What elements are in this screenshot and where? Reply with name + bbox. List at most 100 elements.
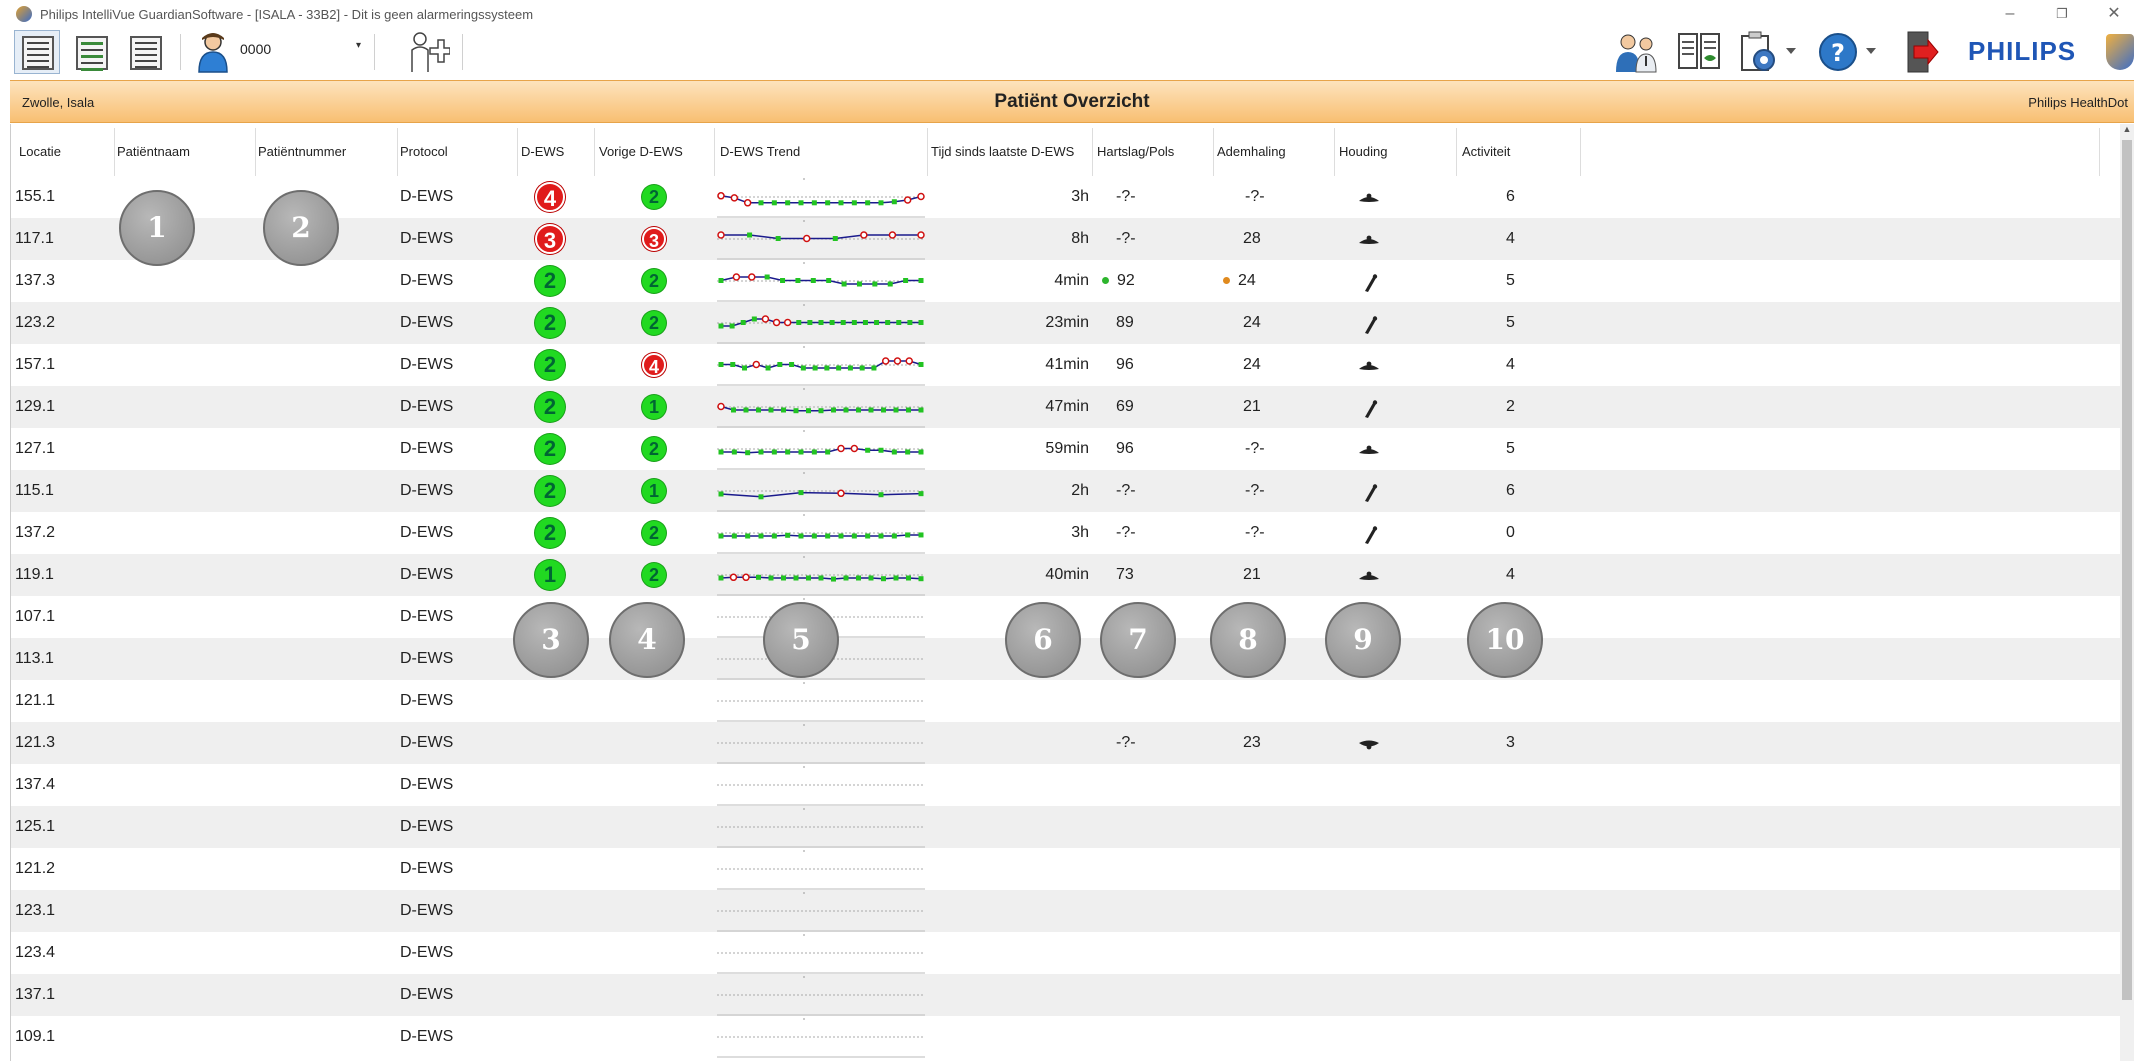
heart-rate-cell: 96 bbox=[1116, 344, 1134, 386]
table-row[interactable]: 157.1 D-EWS 2 4 41min 96 24 4 bbox=[11, 344, 2121, 386]
settings-button[interactable] bbox=[1738, 30, 1802, 74]
activity-cell: 5 bbox=[1506, 440, 1515, 457]
table-row[interactable]: 121.2 D-EWS bbox=[11, 848, 2121, 890]
table-row[interactable]: 137.1 D-EWS bbox=[11, 974, 2121, 1016]
restore-button[interactable]: ❐ bbox=[2042, 2, 2082, 26]
time-since-cell: 40min bbox=[1045, 566, 1089, 583]
respiration-value: -?- bbox=[1245, 440, 1265, 457]
location-cell: 125.1 bbox=[15, 818, 56, 835]
column-header-patient-number[interactable]: Patiëntnummer bbox=[258, 144, 346, 159]
clinicians-button[interactable] bbox=[1614, 30, 1660, 74]
table-row[interactable]: 119.1 D-EWS 1 2 40min 73 21 4 bbox=[11, 554, 2121, 596]
reports-button[interactable] bbox=[1676, 30, 1722, 74]
table-row[interactable]: 123.2 D-EWS 2 2 23min 89 24 5 bbox=[11, 302, 2121, 344]
heart-rate-value: 96 bbox=[1116, 440, 1134, 457]
location-cell: 121.1 bbox=[15, 692, 56, 709]
activity-cell: 2 bbox=[1506, 398, 1515, 415]
column-divider bbox=[255, 128, 256, 176]
heart-rate-cell: -?- bbox=[1116, 218, 1136, 260]
view-color-list-button[interactable] bbox=[68, 30, 114, 74]
table-row[interactable]: 121.1 D-EWS bbox=[11, 680, 2121, 722]
column-header-activity[interactable]: Activiteit bbox=[1462, 144, 1510, 159]
time-since-cell: 4min bbox=[1054, 272, 1089, 289]
view-list-button[interactable] bbox=[14, 30, 60, 74]
column-header-dews-trend[interactable]: D-EWS Trend bbox=[720, 144, 800, 159]
column-header-location[interactable]: Locatie bbox=[19, 144, 61, 159]
callout-marker: 9 bbox=[1325, 602, 1401, 678]
protocol-cell: D-EWS bbox=[400, 818, 454, 835]
table-row[interactable]: 137.2 D-EWS 2 2 3h -?- -?- 0 bbox=[11, 512, 2121, 554]
column-divider bbox=[114, 128, 115, 176]
posture-upright-icon bbox=[1365, 400, 1378, 418]
activity-cell: 4 bbox=[1506, 566, 1515, 583]
column-headers: Locatie Patiëntnaam Patiëntnummer Protoc… bbox=[11, 124, 2121, 176]
table-row[interactable]: 121.3 D-EWS -?- 23 3 bbox=[11, 722, 2121, 764]
column-header-heart-rate[interactable]: Hartslag/Pols bbox=[1097, 144, 1174, 159]
location-cell: 107.1 bbox=[15, 608, 56, 625]
table-row[interactable]: 127.1 D-EWS 2 2 59min 96 -?- 5 bbox=[11, 428, 2121, 470]
detail-list-icon bbox=[130, 36, 162, 70]
heart-rate-cell: -?- bbox=[1116, 470, 1136, 512]
title-bar: Philips IntelliVue GuardianSoftware - [I… bbox=[0, 0, 2134, 28]
column-divider bbox=[2099, 128, 2100, 176]
respiration-cell: -?- bbox=[1245, 176, 1265, 218]
location-cell: 137.1 bbox=[15, 986, 56, 1003]
column-header-posture[interactable]: Houding bbox=[1339, 144, 1387, 159]
time-since-cell: 2h bbox=[1071, 482, 1089, 499]
scrollbar-thumb[interactable] bbox=[2122, 140, 2132, 1000]
respiration-value: 21 bbox=[1243, 566, 1261, 583]
dews-trend-sparkline bbox=[717, 934, 925, 974]
table-row[interactable]: 137.3 D-EWS 2 2 4min 92 24 5 bbox=[11, 260, 2121, 302]
posture-upright-icon bbox=[1365, 316, 1378, 334]
table-row[interactable]: 123.4 D-EWS bbox=[11, 932, 2121, 974]
patient-id-select[interactable]: 0000 bbox=[240, 41, 271, 57]
column-header-protocol[interactable]: Protocol bbox=[400, 144, 448, 159]
callout-marker: 3 bbox=[513, 602, 589, 678]
respiration-cell: 24 bbox=[1223, 260, 1256, 302]
column-header-dews[interactable]: D-EWS bbox=[521, 144, 564, 159]
respiration-value: -?- bbox=[1245, 482, 1265, 499]
view-detail-list-button[interactable] bbox=[122, 30, 168, 74]
dews-trend-sparkline bbox=[717, 766, 925, 806]
callout-marker: 4 bbox=[609, 602, 685, 678]
chevron-down-icon[interactable]: ▾ bbox=[356, 40, 361, 51]
activity-cell: 0 bbox=[1506, 524, 1515, 541]
minimize-button[interactable]: – bbox=[1990, 2, 2030, 26]
vertical-scrollbar[interactable]: ▲ bbox=[2120, 124, 2134, 1061]
column-header-previous-dews[interactable]: Vorige D-EWS bbox=[599, 144, 683, 159]
column-divider bbox=[927, 128, 928, 176]
column-header-time-since[interactable]: Tijd sinds laatste D-EWS bbox=[931, 144, 1074, 159]
column-divider bbox=[1092, 128, 1093, 176]
heart-rate-cell: -?- bbox=[1116, 722, 1136, 764]
table-row[interactable]: 137.4 D-EWS bbox=[11, 764, 2121, 806]
table-row[interactable]: 123.1 D-EWS bbox=[11, 890, 2121, 932]
add-patient-button[interactable] bbox=[406, 30, 450, 74]
scroll-up-icon[interactable]: ▲ bbox=[2120, 124, 2134, 138]
help-button[interactable]: ? bbox=[1818, 30, 1882, 74]
activity-cell: 4 bbox=[1506, 356, 1515, 373]
close-button[interactable]: ✕ bbox=[2094, 2, 2134, 26]
respiration-cell: -?- bbox=[1245, 428, 1265, 470]
location-cell: 121.2 bbox=[15, 860, 56, 877]
column-header-patient-name[interactable]: Patiëntnaam bbox=[117, 144, 190, 159]
logout-button[interactable] bbox=[1904, 30, 1940, 74]
posture-upright-icon bbox=[1365, 526, 1378, 544]
posture-lying-icon bbox=[1359, 740, 1379, 750]
location-cell: 123.1 bbox=[15, 902, 56, 919]
column-header-respiration[interactable]: Ademhaling bbox=[1217, 144, 1286, 159]
table-row[interactable]: 125.1 D-EWS bbox=[11, 806, 2121, 848]
table-row[interactable]: 115.1 D-EWS 2 1 2h -?- -?- 6 bbox=[11, 470, 2121, 512]
respiration-value: 24 bbox=[1238, 272, 1256, 289]
table-row[interactable]: 109.1 D-EWS bbox=[11, 1016, 2121, 1058]
activity-cell: 5 bbox=[1506, 314, 1515, 331]
table-row[interactable]: 129.1 D-EWS 2 1 47min 69 21 2 bbox=[11, 386, 2121, 428]
respiration-cell: 24 bbox=[1243, 302, 1261, 344]
patient-grid: Locatie Patiëntnaam Patiëntnummer Protoc… bbox=[10, 124, 2121, 1061]
list-view-icon bbox=[22, 36, 54, 70]
overview-header: Zwolle, Isala Patiënt Overzicht Philips … bbox=[10, 80, 2134, 123]
posture-upright-icon bbox=[1365, 274, 1378, 292]
toolbar-divider bbox=[180, 34, 181, 70]
respiration-cell: 28 bbox=[1243, 218, 1261, 260]
heart-rate-value: -?- bbox=[1116, 482, 1136, 499]
patient-icon bbox=[198, 33, 228, 73]
